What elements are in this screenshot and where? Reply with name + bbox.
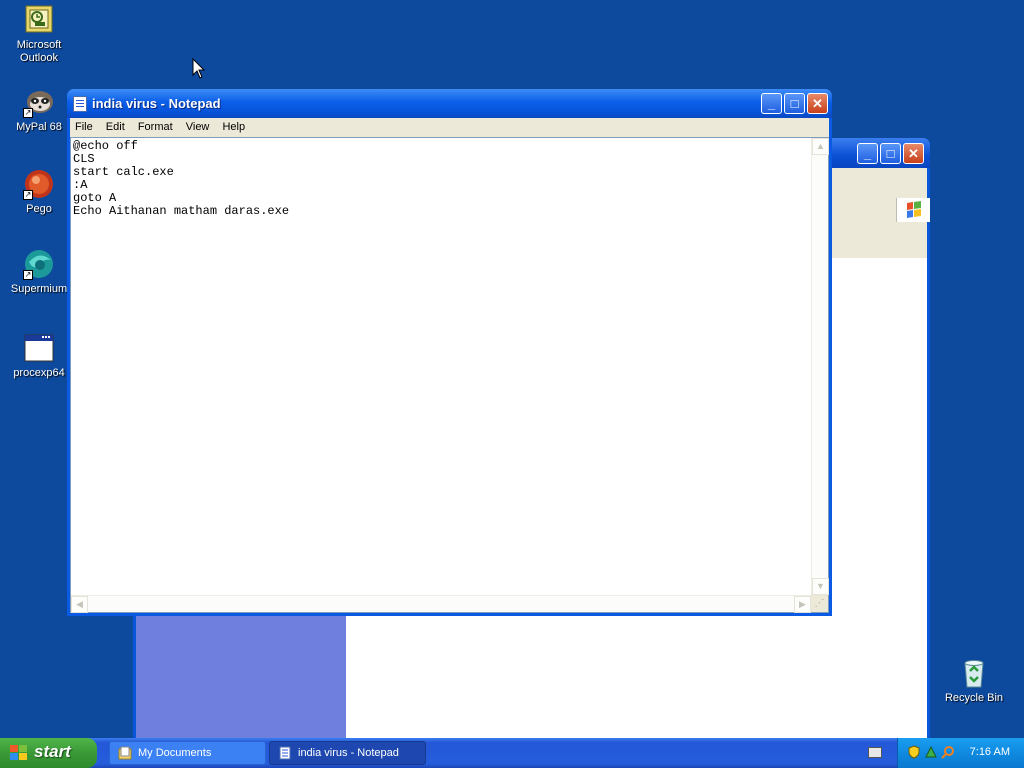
notepad-icon <box>73 96 87 112</box>
raccoon-icon: ↗ <box>23 86 55 118</box>
menu-view[interactable]: View <box>181 118 215 133</box>
text-editor[interactable]: @echo off CLS start calc.exe :A goto A E… <box>70 137 829 613</box>
menu-edit[interactable]: Edit <box>101 118 130 133</box>
security-shield-icon[interactable] <box>907 745 921 759</box>
minimize-button[interactable]: _ <box>761 93 782 114</box>
horizontal-scrollbar[interactable]: ◀ ▶ <box>71 595 811 613</box>
shortcut-arrow-icon: ↗ <box>23 108 33 118</box>
scroll-right-button[interactable]: ▶ <box>794 596 811 613</box>
editor-content[interactable]: @echo off CLS start calc.exe :A goto A E… <box>73 140 289 218</box>
desktop: Microsoft Outlook ↗ MyPal 68 ↗ Pego ↗ Su… <box>0 0 1024 738</box>
maximize-button[interactable]: □ <box>784 93 805 114</box>
desktop-icon-procexp[interactable]: procexp64 <box>1 332 77 380</box>
taskbar: start My Documents india virus - Notepad… <box>0 738 1024 768</box>
desktop-icon-label: procexp64 <box>13 367 65 379</box>
scroll-up-button[interactable]: ▲ <box>812 138 829 155</box>
desktop-icon-outlook[interactable]: Microsoft Outlook <box>1 4 77 65</box>
window-app-icon <box>23 332 55 364</box>
window-title: india virus - Notepad <box>92 96 221 111</box>
menu-file[interactable]: File <box>70 118 98 133</box>
start-button[interactable]: start <box>0 738 97 768</box>
system-tray: 7:16 AM <box>897 738 1024 768</box>
desktop-icon-label: Recycle Bin <box>944 692 1004 704</box>
notepad-icon <box>279 746 291 760</box>
supermium-icon: ↗ <box>23 248 55 280</box>
network-icon[interactable] <box>924 745 938 759</box>
mouse-cursor-icon <box>192 58 206 79</box>
desktop-icon-supermium[interactable]: ↗ Supermium <box>1 248 77 296</box>
shortcut-arrow-icon: ↗ <box>23 270 33 280</box>
scroll-down-button[interactable]: ▼ <box>812 578 829 595</box>
shortcut-arrow-icon: ↗ <box>23 190 33 200</box>
windows-flag-icon <box>10 745 28 761</box>
menu-format[interactable]: Format <box>133 118 178 133</box>
desktop-icon-label: Microsoft Outlook <box>16 39 62 64</box>
keyboard-icon[interactable] <box>868 747 882 758</box>
outlook-icon <box>23 4 55 36</box>
desktop-icon-label: Pego <box>26 203 52 215</box>
menu-help[interactable]: Help <box>217 118 250 133</box>
notepad-titlebar[interactable]: india virus - Notepad <box>67 89 832 118</box>
recycle-bin-icon <box>958 657 990 689</box>
resize-grip-icon[interactable]: ⋰ <box>811 595 828 612</box>
bg-minimize-button[interactable]: _ <box>857 143 878 164</box>
windows-logo-icon <box>896 198 930 222</box>
notepad-window[interactable]: india virus - Notepad _ □ ✕ File Edit Fo… <box>67 89 832 616</box>
vertical-scrollbar[interactable]: ▲ ▼ <box>811 138 829 595</box>
desktop-icon-recycle-bin[interactable]: Recycle Bin <box>936 657 1012 705</box>
bg-maximize-button[interactable]: □ <box>880 143 901 164</box>
menu-bar: File Edit Format View Help <box>70 118 829 137</box>
pego-icon: ↗ <box>23 168 55 200</box>
taskbar-item-notepad[interactable]: india virus - Notepad <box>269 741 426 765</box>
clock[interactable]: 7:16 AM <box>970 746 1010 758</box>
bg-close-button[interactable]: ✕ <box>903 143 924 164</box>
folder-icon <box>118 746 132 760</box>
desktop-icon-mypal[interactable]: ↗ MyPal 68 <box>1 86 77 134</box>
desktop-icon-pego[interactable]: ↗ Pego <box>1 168 77 216</box>
search-icon[interactable] <box>941 745 955 759</box>
desktop-icon-label: MyPal 68 <box>16 121 62 133</box>
scroll-left-button[interactable]: ◀ <box>71 596 88 613</box>
taskbar-item-my-documents[interactable]: My Documents <box>109 741 266 765</box>
desktop-icon-label: Supermium <box>10 283 68 295</box>
close-button[interactable]: ✕ <box>807 93 828 114</box>
